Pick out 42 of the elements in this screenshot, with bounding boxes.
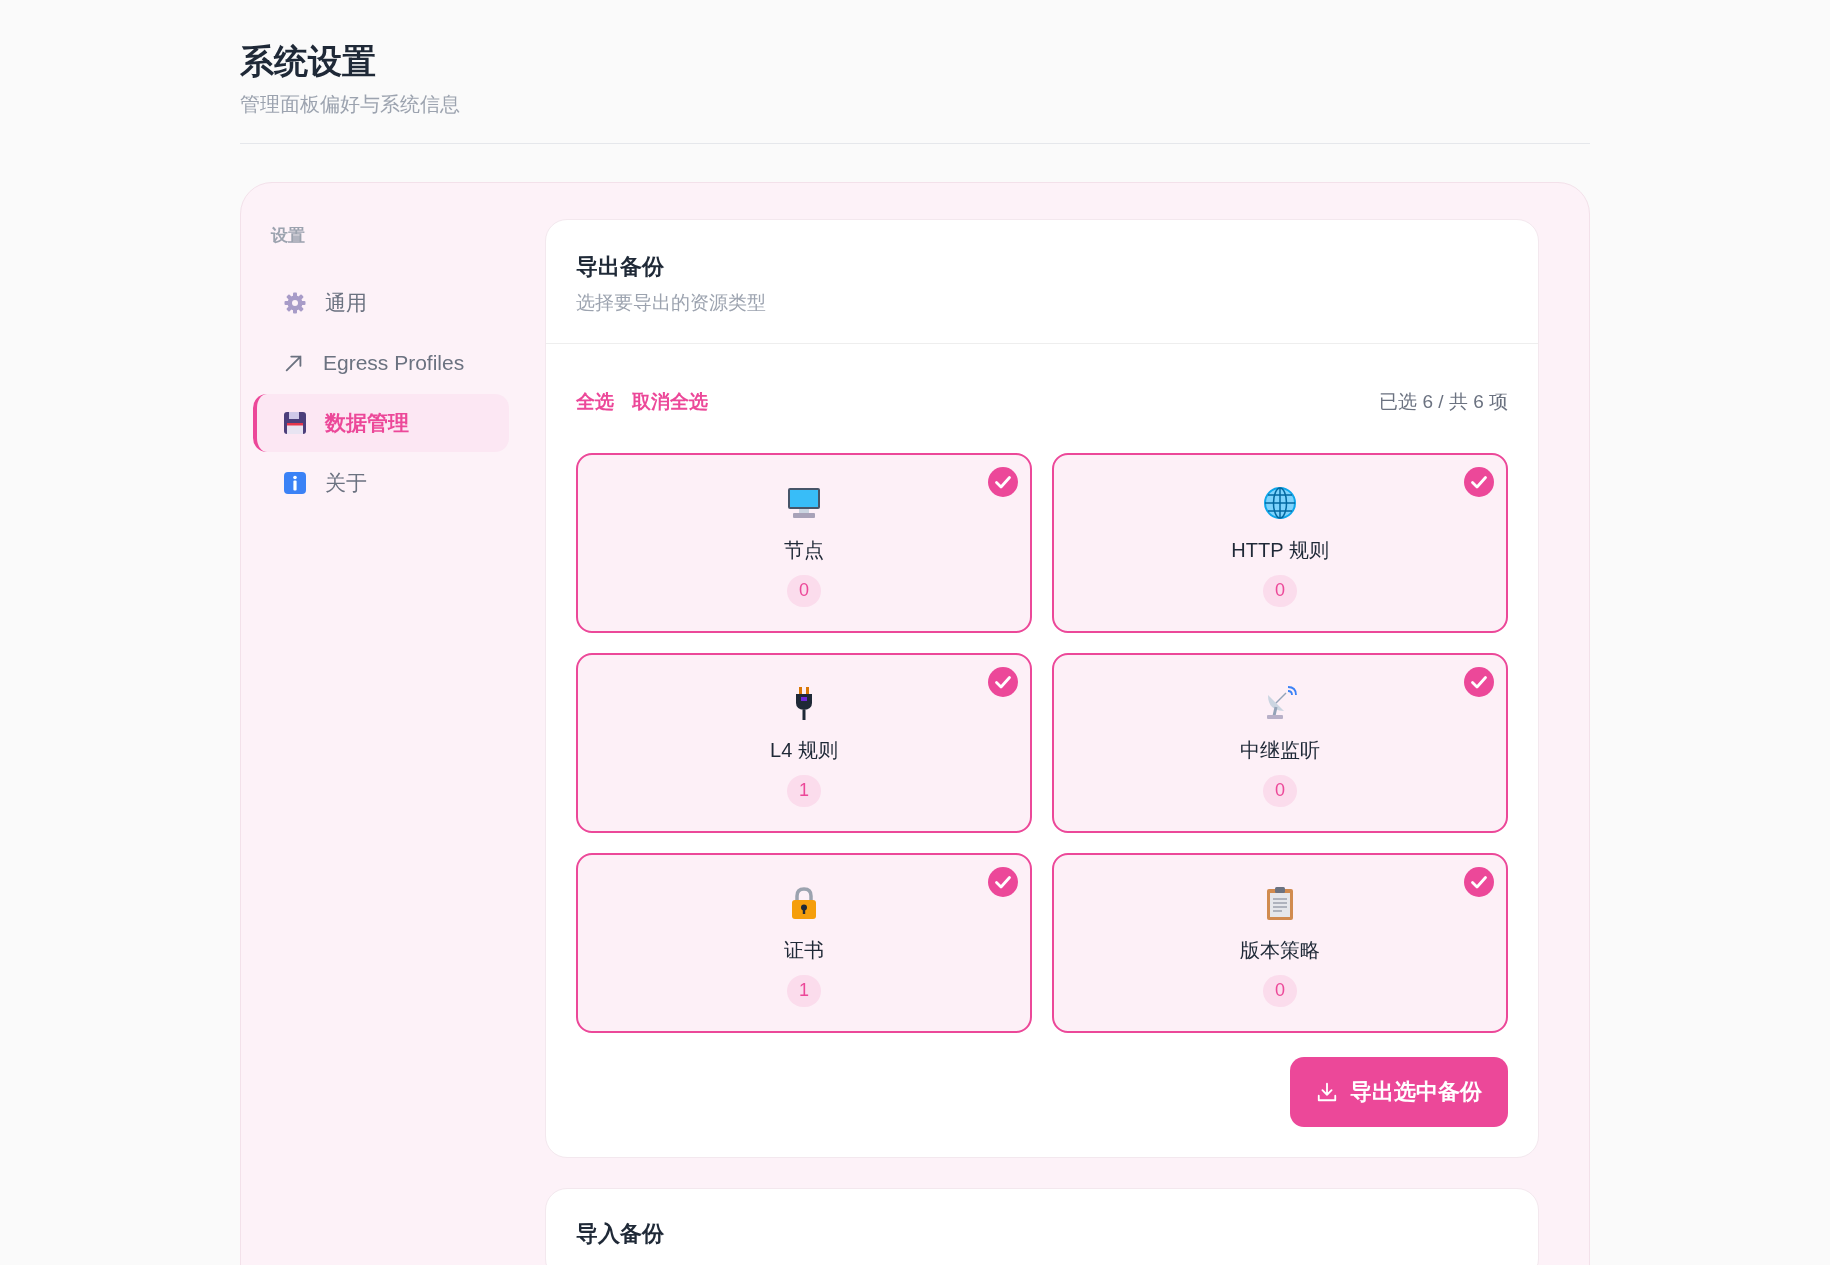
resource-label: 节点 [784, 537, 824, 563]
selection-count: 已选 6 / 共 6 项 [1379, 390, 1508, 414]
download-icon [1316, 1080, 1338, 1103]
resource-card[interactable]: 证书 1 [576, 852, 1032, 1033]
checkmark-icon [1464, 466, 1494, 497]
sidebar-item[interactable]: Egress Profiles [253, 334, 509, 392]
resource-label: 版本策略 [1240, 937, 1320, 963]
deselect-all-link[interactable]: 取消全选 [632, 388, 708, 417]
page-subtitle: 管理面板偏好与系统信息 [240, 91, 461, 117]
resource-card[interactable]: HTTP 规则 0 [1052, 452, 1508, 633]
section-subtitle: 选择要导出的资源类型 [576, 290, 767, 315]
info-icon [283, 471, 307, 495]
sidebar-heading: 设置 [271, 224, 306, 247]
resource-label: L4 规则 [770, 737, 838, 763]
count-badge: 1 [787, 974, 821, 1007]
sidebar-item[interactable]: 数据管理 [253, 394, 509, 452]
resource-label: HTTP 规则 [1231, 537, 1329, 563]
resource-label: 中继监听 [1240, 737, 1320, 763]
count-badge: 0 [787, 574, 821, 607]
select-all-link[interactable]: 全选 [576, 388, 614, 417]
globe-icon [1262, 484, 1298, 521]
checkmark-icon [988, 466, 1018, 497]
count-badge: 0 [1263, 574, 1297, 607]
section-title: 导入备份 [576, 1219, 665, 1248]
sidebar-item[interactable]: 关于 [253, 454, 509, 512]
gear-icon [283, 291, 307, 315]
section-title: 导出备份 [576, 252, 665, 281]
checkmark-icon [988, 666, 1018, 697]
count-badge: 0 [1263, 774, 1297, 807]
resource-card[interactable]: 中继监听 0 [1052, 652, 1508, 833]
count-badge: 0 [1263, 974, 1297, 1007]
resource-card[interactable]: 节点 0 [576, 452, 1032, 633]
count-badge: 1 [787, 774, 821, 807]
resource-card[interactable]: 版本策略 0 [1052, 852, 1508, 1033]
resource-card[interactable]: L4 规则 1 [576, 652, 1032, 833]
checkmark-icon [1464, 866, 1494, 897]
checkmark-icon [1464, 666, 1494, 697]
page-title: 系统设置 [240, 41, 377, 82]
checkmark-icon [988, 866, 1018, 897]
export-button[interactable]: 导出选中备份 [1290, 1056, 1508, 1127]
sidebar-item[interactable]: 通用 [253, 274, 509, 332]
resource-label: 证书 [784, 937, 824, 963]
